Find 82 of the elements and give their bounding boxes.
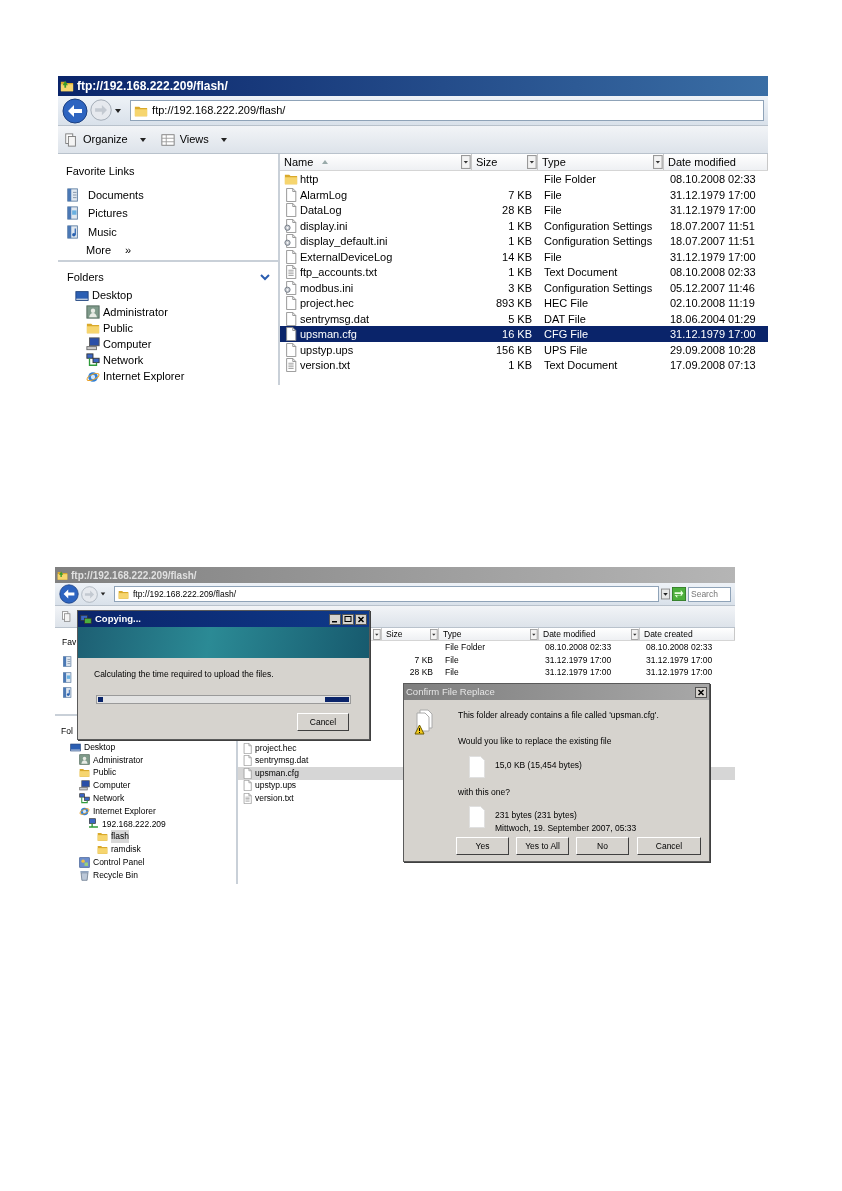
- table-cell: File: [445, 667, 459, 678]
- table-cell: 31.12.1979 17:00: [670, 328, 756, 340]
- table-cell: File: [544, 250, 562, 263]
- section-heading: Fol: [61, 725, 73, 738]
- table-cell: 31.12.1979 17:00: [545, 667, 612, 678]
- table-cell: 18.07.2007 11:51: [670, 235, 755, 247]
- section-heading: Fav: [62, 636, 78, 649]
- file-details: 15,0 KB (15,454 bytes): [495, 758, 582, 772]
- table-cell: 08.10.2008 02:33: [670, 173, 756, 185]
- dialog-question: with this one?: [458, 785, 511, 799]
- table-cell: Text Document: [544, 359, 618, 371]
- table-cell: 31.12.1979 17:00: [670, 204, 756, 216]
- table-cell: DAT File: [544, 312, 586, 325]
- table-cell: 29.09.2008 10:28: [670, 343, 756, 356]
- table-cell: 18.07.2007 11:51: [670, 219, 755, 232]
- table-cell: 02.10.2008 11:19: [670, 297, 755, 309]
- table-cell: File: [544, 204, 562, 216]
- table-cell: 28 KB: [409, 667, 433, 678]
- file-name: upstyp.ups: [300, 342, 354, 358]
- table-cell: Configuration Settings: [544, 219, 653, 232]
- table-cell: 08.10.2008 02:33: [545, 642, 612, 652]
- table-cell: 14 KB: [502, 250, 532, 263]
- table-cell: Text Document: [544, 266, 618, 278]
- dialog-message: Calculating the time required to upload the files.: [94, 668, 275, 681]
- table-cell: UPS File: [544, 343, 588, 356]
- file-name: project.hec: [255, 741, 297, 755]
- table-cell: 3 KB: [508, 281, 532, 294]
- table-cell: 17.09.2008 07:13: [670, 359, 756, 371]
- file-name: display.ini: [300, 218, 348, 234]
- section-heading: Folders: [67, 270, 104, 285]
- table-cell: 08.10.2008 02:33: [670, 266, 756, 278]
- table-cell: File: [445, 654, 459, 665]
- file-name: project.hec: [300, 296, 354, 311]
- file-name: display_default.ini: [300, 234, 388, 249]
- file-name: modbus.ini: [300, 280, 354, 296]
- table-cell: 31.12.1979 17:00: [670, 250, 756, 263]
- file-name: version.txt: [300, 358, 351, 373]
- file-name: sentrymsg.dat: [300, 311, 370, 327]
- table-cell: 7 KB: [414, 654, 433, 665]
- file-name: AlarmLog: [300, 187, 348, 203]
- file-details: Mittwoch, 19. September 2007, 05:33: [495, 822, 637, 835]
- file-name: upsman.cfg: [300, 327, 357, 342]
- table-cell: 156 KB: [495, 343, 532, 356]
- table-cell: 31.12.1979 17:00: [670, 188, 756, 201]
- table-cell: Configuration Settings: [544, 235, 653, 247]
- table-cell: 7 KB: [508, 188, 532, 201]
- table-cell: File Folder: [544, 173, 596, 185]
- table-cell: CFG File: [544, 328, 588, 340]
- table-cell: 31.12.1979 17:00: [545, 654, 612, 665]
- file-name: ExternalDeviceLog: [300, 249, 393, 265]
- table-cell: HEC File: [544, 297, 588, 309]
- table-cell: 31.12.1979 17:00: [646, 667, 713, 678]
- file-details: 231 bytes (231 bytes): [495, 809, 578, 822]
- table-cell: 08.10.2008 02:33: [646, 642, 713, 652]
- table-cell: 1 KB: [508, 266, 532, 278]
- file-name: DataLog: [300, 203, 342, 218]
- table-cell: 28 KB: [502, 204, 532, 216]
- section-heading: Favorite Links: [66, 164, 136, 179]
- file-name: sentrymsg.dat: [255, 754, 309, 768]
- file-name: upstyp.ups: [255, 779, 297, 793]
- file-name: ftp_accounts.txt: [300, 265, 378, 280]
- file-name: upsman.cfg: [255, 766, 299, 780]
- table-cell: 31.12.1979 17:00: [646, 654, 713, 665]
- table-cell: 18.06.2004 01:29: [670, 312, 756, 325]
- file-name: version.txt: [255, 792, 294, 805]
- table-cell: 1 KB: [508, 219, 532, 232]
- table-cell: 5 KB: [508, 312, 532, 325]
- dialog-title: Confirm File Replace: [406, 684, 495, 699]
- dialog-title: Copying...: [95, 611, 141, 626]
- table-cell: Configuration Settings: [544, 281, 653, 294]
- table-cell: File Folder: [445, 642, 486, 652]
- table-cell: 1 KB: [508, 359, 532, 371]
- dialog-message: This folder already contains a file called 'upsman.cfg'.: [458, 709, 659, 722]
- table-cell: 05.12.2007 11:46: [670, 281, 755, 294]
- file-name: http: [300, 172, 319, 187]
- dialog-question: Would you like to replace the existing file: [458, 734, 613, 748]
- table-cell: 16 KB: [502, 328, 532, 340]
- table-cell: 893 KB: [495, 297, 532, 309]
- table-cell: 1 KB: [508, 235, 532, 247]
- window-title: ftp://192.168.222.209/flash/: [71, 568, 197, 583]
- table-cell: File: [544, 188, 562, 201]
- window-title: ftp://192.168.222.209/flash/: [77, 78, 228, 95]
